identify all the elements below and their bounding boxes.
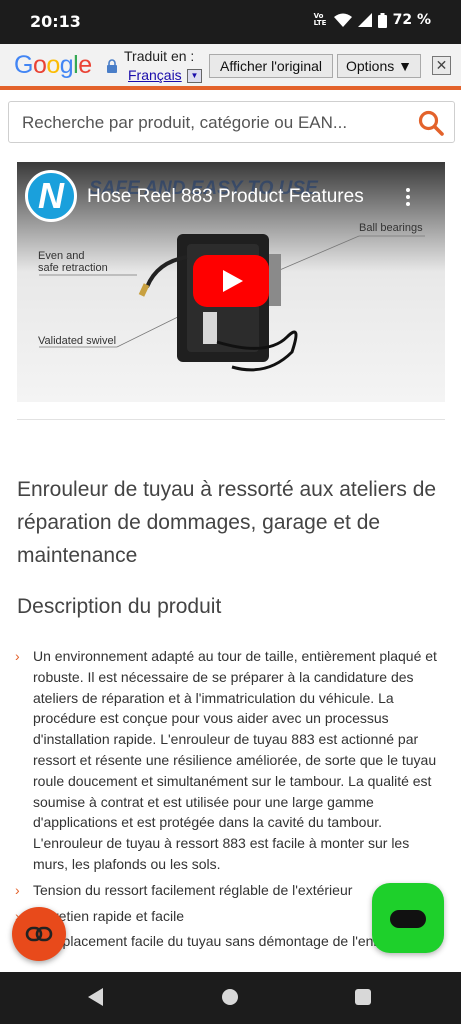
search-input[interactable]: Recherche par produit, catégorie ou EAN.… bbox=[22, 113, 347, 133]
recents-icon[interactable] bbox=[355, 989, 371, 1005]
search-icon[interactable] bbox=[418, 110, 444, 136]
signal-icon bbox=[357, 13, 372, 27]
status-bar: 20:13 Vo LTE 72 % bbox=[0, 0, 461, 44]
chat-link-button[interactable] bbox=[12, 907, 66, 961]
back-icon[interactable] bbox=[88, 988, 103, 1006]
message-button[interactable] bbox=[372, 883, 444, 953]
search-bar[interactable]: Recherche par produit, catégorie ou EAN.… bbox=[8, 101, 455, 143]
navigation-bar bbox=[0, 972, 461, 1024]
description-heading: Description du produit bbox=[17, 595, 222, 618]
options-button[interactable]: Options ▼ bbox=[337, 54, 421, 78]
message-icon bbox=[390, 910, 426, 928]
show-original-button[interactable]: Afficher l'original bbox=[209, 54, 333, 78]
battery-percent: 72 % bbox=[392, 12, 431, 28]
volte-icon: Vo LTE bbox=[313, 12, 327, 27]
google-logo: Google bbox=[14, 51, 92, 79]
chevron-right-icon: › bbox=[15, 648, 20, 664]
language-link[interactable]: Français bbox=[128, 67, 182, 83]
play-icon[interactable] bbox=[193, 255, 269, 307]
google-translate-bar: Google Traduit en : Français ▼ Afficher … bbox=[0, 44, 461, 90]
chevron-right-icon: › bbox=[15, 881, 20, 898]
chat-link-icon bbox=[25, 926, 53, 942]
status-time: 20:13 bbox=[30, 12, 81, 31]
wifi-icon bbox=[333, 13, 352, 27]
list-item: › Un environnement adapté au tour de tail… bbox=[15, 648, 437, 872]
home-icon[interactable] bbox=[222, 989, 238, 1005]
product-video[interactable]: SAFE AND EASY TO USE N Hose Reel 883 Pro… bbox=[17, 162, 445, 402]
product-title: Enrouleur de tuyau à ressorté aux atelie… bbox=[17, 478, 437, 567]
close-translate-button[interactable]: ✕ bbox=[432, 56, 451, 75]
divider bbox=[17, 419, 445, 420]
translated-to-label: Traduit en : bbox=[124, 48, 195, 64]
language-dropdown-icon[interactable]: ▼ bbox=[187, 69, 202, 83]
status-icons: Vo LTE 72 % bbox=[314, 12, 431, 28]
battery-icon bbox=[377, 12, 387, 28]
lock-icon bbox=[107, 59, 117, 73]
